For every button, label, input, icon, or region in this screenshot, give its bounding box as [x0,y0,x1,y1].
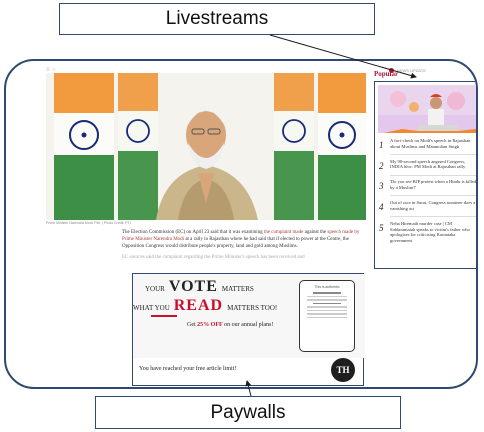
article-text: against the [303,230,328,235]
phone-line [307,299,347,301]
read-word: READ [173,297,224,314]
list-item[interactable]: 1 A fact-check on Modi's speech in Rajas… [379,138,476,150]
vote-line: YOUR VOTE MATTERS [145,278,254,296]
read-line: WHAT YOU READ MATTERS TOO! [133,297,277,315]
divider [390,195,476,197]
article-paragraph-2: EC sources said the complaint regarding … [122,254,305,260]
list-item[interactable]: 2 My 90-second speech angered Congress, … [379,159,476,171]
divider [390,154,476,155]
subscription-ad[interactable]: YOUR VOTE MATTERS WHAT YOU READ MATTERS … [133,274,365,358]
read-prefix: WHAT YOU [133,304,170,312]
phone-line [313,302,341,304]
item-link[interactable]: 'Do you see BJP protest when a Hindu is … [390,179,476,191]
screenshot-frame: ≡ ☼ NEWS UPDATE Prime Minister Narendra … [4,59,478,389]
hero-image [46,73,366,220]
phone-mockup: This is authentic [299,280,355,352]
accent-stripe [151,315,177,317]
article-body: The Election Commission (EC) on April 23… [122,229,362,261]
item-link[interactable]: A fact-check on Modi's speech in Rajasth… [390,138,476,150]
list-item[interactable]: 5 Neha Hiremath murder case | CM Siddara… [379,221,476,244]
offer-post: on our annual plans! [222,322,274,328]
phone-line [313,292,341,294]
item-number: 4 [379,202,384,213]
paywalls-callout: Paywalls [95,396,401,429]
offer-pre: Get [187,322,198,328]
item-number: 3 [379,181,384,192]
item-number: 5 [379,222,384,233]
hero-caption: Prime Minister Narendra Modi. File. | Ph… [46,221,131,225]
popular-list: 1 A fact-check on Modi's speech in Rajas… [379,138,476,248]
item-link[interactable]: My 90-second speech angered Congress, IN… [390,159,476,171]
livestreams-callout: Livestreams [59,3,375,35]
phone-line [307,295,347,297]
item-number: 1 [379,140,384,150]
item-link[interactable]: Neha Hiremath murder case | CM Siddarama… [390,221,476,244]
phone-line [307,306,347,308]
paywall-box[interactable]: YOUR VOTE MATTERS WHAT YOU READ MATTERS … [132,273,365,386]
phone-line [307,313,347,315]
news-update-label: NEWS UPDATE [396,67,426,73]
item-number: 2 [379,160,384,171]
offer-percent: 25% OFF [197,322,223,328]
article-text: The Election Commission (EC) on April 23… [122,230,264,235]
divider [390,216,476,217]
list-item[interactable]: 3 'Do you see BJP protest when a Hindu i… [379,179,476,192]
popular-heading: Popular [374,70,399,78]
vote-word: VOTE [168,278,218,295]
phone-line [307,316,347,318]
list-item[interactable]: 4 Out of race in Surat, Congress nominee… [379,200,476,213]
article-paragraph-1: The Election Commission (EC) on April 23… [122,229,362,251]
free-limit-message: You have reached your free article limit… [139,366,237,372]
vote-prefix: YOUR [145,285,165,293]
divider [390,174,476,176]
complaint-link[interactable]: the complaint made [264,230,303,235]
phone-title: This is authentic [314,285,340,289]
offer-text[interactable]: Get 25% OFF on our annual plans! [187,322,273,328]
phone-line [307,309,347,311]
th-logo: TH [331,358,355,382]
read-suffix: MATTERS TOO! [227,304,278,312]
livestream-thumbnail[interactable] [378,85,476,133]
popular-livestream-box[interactable]: 1 A fact-check on Modi's speech in Rajas… [374,81,476,269]
vote-suffix: MATTERS [221,285,254,293]
item-link[interactable]: Out of race in Surat, Congress nominee d… [390,200,476,212]
